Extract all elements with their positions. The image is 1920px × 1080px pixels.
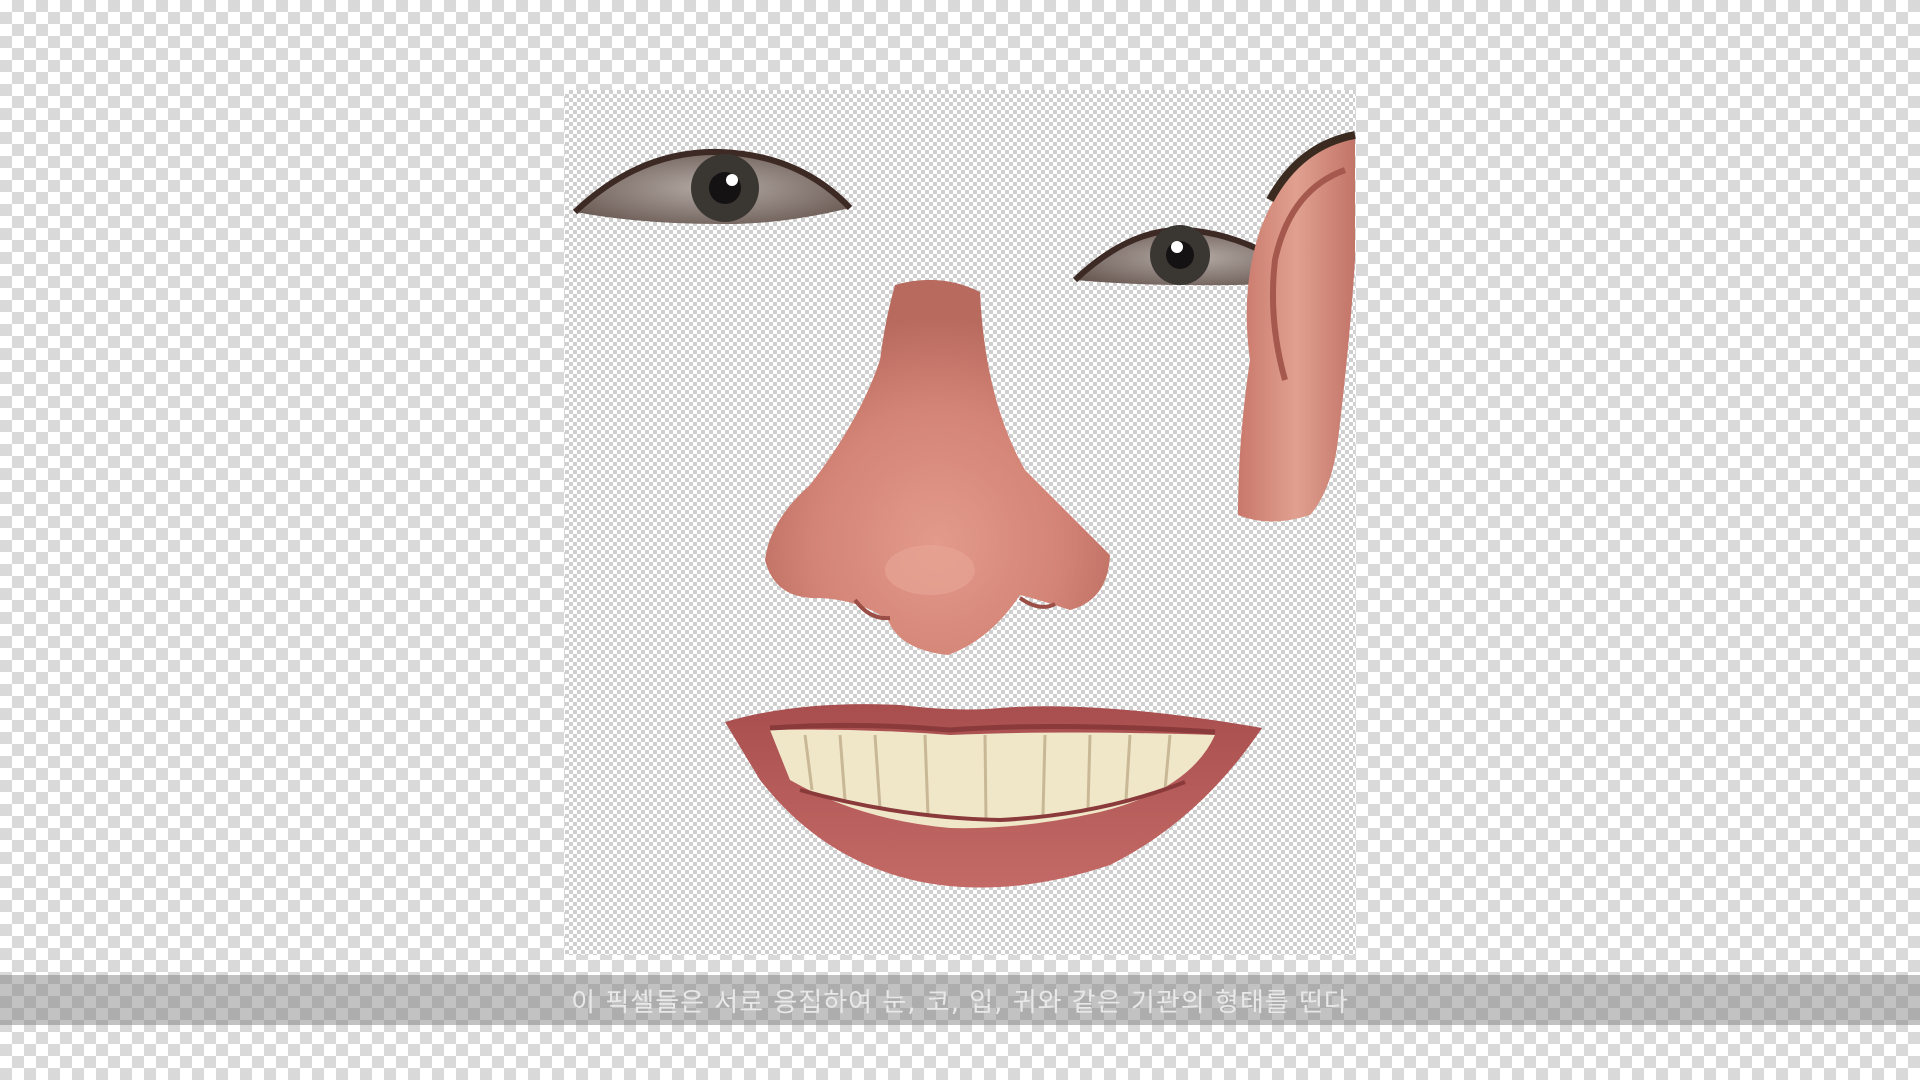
mouth [725,704,1262,888]
subtitle-bar: 이 픽셀들은 서로 응집하여 눈, 코, 입, 귀와 같은 기관의 형태를 띤다 [0,975,1920,1025]
nose [765,279,1110,655]
transparent-canvas: 이 픽셀들은 서로 응집하여 눈, 코, 입, 귀와 같은 기관의 형태를 띤다 [0,0,1920,1080]
ear [1238,131,1356,522]
subtitle-text: 이 픽셀들은 서로 응집하여 눈, 코, 입, 귀와 같은 기관의 형태를 띤다 [571,987,1349,1018]
face-parts-illustration [572,131,1356,888]
left-eye [572,148,853,225]
